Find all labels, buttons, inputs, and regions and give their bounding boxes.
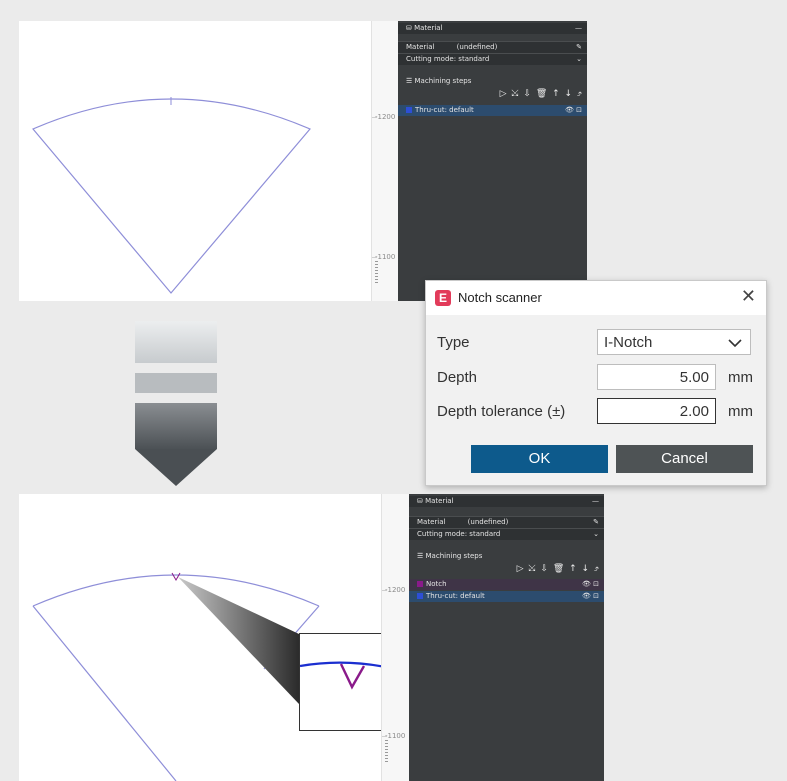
bottom-steps-toolbar[interactable]: ▷ ⤩ ⇩ 🗑 ↑ ↓ ⤴ bbox=[517, 564, 600, 574]
dialog-titlebar: E Notch scanner ✕ bbox=[426, 281, 766, 315]
top-drawing-canvas[interactable] bbox=[19, 21, 371, 301]
collapse-icon[interactable]: — bbox=[575, 23, 582, 34]
step-color-swatch bbox=[417, 581, 423, 587]
chevron-down-icon bbox=[728, 339, 742, 348]
step-color-swatch bbox=[406, 107, 412, 113]
top-step-thru-cut[interactable]: Thru-cut: default 👁 ⊡ bbox=[398, 105, 587, 116]
bottom-ruler-label-1200: -1200 bbox=[385, 586, 406, 594]
top-ruler-label-1200: -1200 bbox=[375, 113, 396, 121]
top-material-header[interactable]: ⛁ Material — bbox=[398, 23, 587, 34]
depth-label: Depth bbox=[437, 369, 478, 386]
ok-button[interactable]: OK bbox=[471, 445, 608, 473]
top-properties-panel: ⛁ Material — Material (undefined) ✎ Cutt… bbox=[398, 21, 587, 301]
bottom-machining-steps-header: ☰ Machining steps bbox=[417, 552, 483, 560]
bottom-material-header[interactable]: ⛁ Material — bbox=[409, 496, 604, 507]
material-icon: ⛁ bbox=[406, 24, 415, 32]
cancel-button[interactable]: Cancel bbox=[616, 445, 753, 473]
top-steps-toolbar[interactable]: ▷ ⤩ ⇩ 🗑 ↑ ↓ ⤴ bbox=[500, 89, 583, 99]
bottom-material-field[interactable]: Material (undefined) ✎ bbox=[409, 516, 604, 528]
depth-tolerance-label: Depth tolerance (±) bbox=[437, 403, 566, 420]
top-material-field[interactable]: Material (undefined) ✎ bbox=[398, 41, 587, 53]
close-icon[interactable]: ✕ bbox=[741, 286, 756, 307]
bottom-step-notch[interactable]: Notch 👁 ⊡ bbox=[409, 579, 604, 590]
chevron-down-icon: ⌄ bbox=[576, 55, 582, 63]
notch-scanner-dialog: E Notch scanner ✕ Type I-Notch Depth 5.0… bbox=[425, 280, 767, 486]
material-icon: ⛁ bbox=[417, 497, 426, 505]
collapse-icon[interactable]: — bbox=[592, 496, 599, 507]
type-select[interactable]: I-Notch bbox=[597, 329, 751, 355]
type-label: Type bbox=[437, 334, 470, 351]
depth-unit: mm bbox=[728, 369, 753, 386]
step-color-swatch bbox=[417, 593, 423, 599]
list-icon: ☰ bbox=[406, 77, 415, 85]
depth-input[interactable]: 5.00 bbox=[597, 364, 716, 390]
dialog-title: Notch scanner bbox=[458, 290, 542, 305]
visibility-eye-icon[interactable]: 👁 ⊡ bbox=[582, 591, 599, 602]
edit-pen-icon[interactable]: ✎ bbox=[593, 517, 599, 528]
bottom-drawing-canvas[interactable] bbox=[19, 494, 396, 781]
bottom-ruler-label-1100: -1100 bbox=[385, 732, 406, 740]
top-machining-steps-header: ☰ Machining steps bbox=[406, 77, 472, 85]
chevron-down-icon: ⌄ bbox=[593, 530, 599, 538]
depth-tolerance-unit: mm bbox=[728, 403, 753, 420]
depth-tolerance-input[interactable]: 2.00 bbox=[597, 398, 716, 424]
top-ruler: -1200 -1100 bbox=[371, 21, 399, 301]
edit-pen-icon[interactable]: ✎ bbox=[576, 42, 582, 53]
bottom-ruler: -1200 -1100 bbox=[381, 494, 410, 781]
bottom-step-thru-cut[interactable]: Thru-cut: default 👁 ⊡ bbox=[409, 591, 604, 602]
bottom-properties-panel: ⛁ Material — Material (undefined) ✎ Cutt… bbox=[409, 494, 604, 781]
bottom-cutting-mode-select[interactable]: Cutting mode: standard ⌄ bbox=[409, 528, 604, 540]
top-workpiece-contour bbox=[32, 97, 311, 294]
top-ruler-label-1100: -1100 bbox=[375, 253, 396, 261]
visibility-eye-icon[interactable]: 👁 ⊡ bbox=[565, 105, 582, 116]
visibility-eye-icon[interactable]: 👁 ⊡ bbox=[582, 579, 599, 590]
list-icon: ☰ bbox=[417, 552, 426, 560]
top-cutting-mode-select[interactable]: Cutting mode: standard ⌄ bbox=[398, 53, 587, 65]
app-logo-icon: E bbox=[435, 290, 451, 306]
zoom-callout-beam bbox=[178, 577, 299, 704]
